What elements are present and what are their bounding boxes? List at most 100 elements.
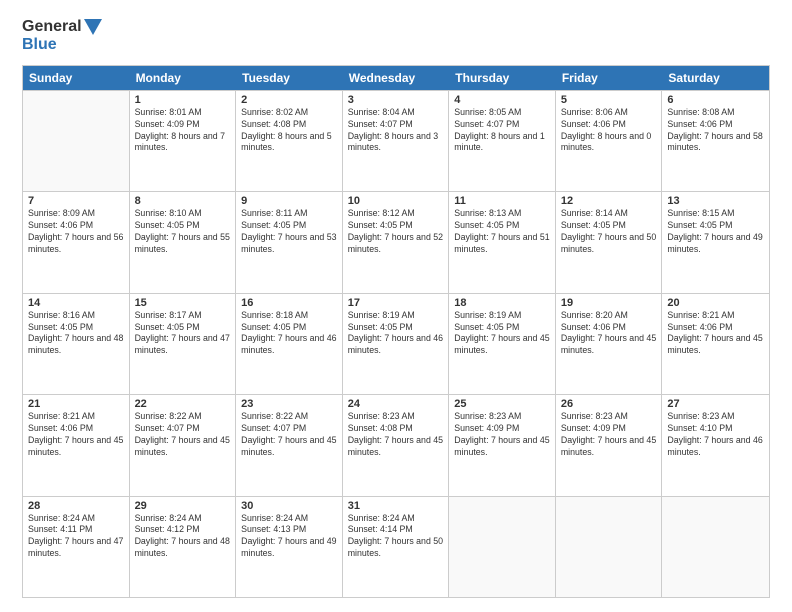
sunset-label: Sunset: 4:06 PM (28, 220, 93, 230)
calendar-cell: 30 Sunrise: 8:24 AM Sunset: 4:13 PM Dayl… (236, 497, 343, 597)
day-number: 28 (28, 500, 124, 512)
day-info: Sunrise: 8:24 AM Sunset: 4:14 PM Dayligh… (348, 513, 444, 561)
sunrise-label: Sunrise: 8:22 AM (241, 411, 308, 421)
daylight-label: Daylight: 7 hours and 50 minutes. (348, 536, 443, 558)
day-number: 27 (667, 398, 764, 410)
calendar: SundayMondayTuesdayWednesdayThursdayFrid… (22, 65, 770, 598)
daylight-label: Daylight: 7 hours and 45 minutes. (454, 333, 549, 355)
sunset-label: Sunset: 4:06 PM (28, 423, 93, 433)
day-info: Sunrise: 8:19 AM Sunset: 4:05 PM Dayligh… (454, 310, 550, 358)
day-number: 8 (135, 195, 231, 207)
sunrise-label: Sunrise: 8:24 AM (135, 513, 202, 523)
daylight-label: Daylight: 7 hours and 49 minutes. (667, 232, 762, 254)
sunset-label: Sunset: 4:08 PM (241, 119, 306, 129)
sunset-label: Sunset: 4:07 PM (454, 119, 519, 129)
sunset-label: Sunset: 4:06 PM (561, 119, 626, 129)
daylight-label: Daylight: 7 hours and 45 minutes. (667, 333, 762, 355)
day-number: 26 (561, 398, 657, 410)
calendar-cell: 18 Sunrise: 8:19 AM Sunset: 4:05 PM Dayl… (449, 294, 556, 394)
calendar-cell: 3 Sunrise: 8:04 AM Sunset: 4:07 PM Dayli… (343, 91, 450, 191)
sunset-label: Sunset: 4:05 PM (241, 220, 306, 230)
daylight-label: Daylight: 8 hours and 7 minutes. (135, 131, 225, 153)
sunset-label: Sunset: 4:10 PM (667, 423, 732, 433)
daylight-label: Daylight: 7 hours and 45 minutes. (135, 435, 230, 457)
day-number: 21 (28, 398, 124, 410)
sunset-label: Sunset: 4:06 PM (667, 119, 732, 129)
day-number: 3 (348, 94, 444, 106)
calendar-cell: 19 Sunrise: 8:20 AM Sunset: 4:06 PM Dayl… (556, 294, 663, 394)
calendar-cell: 7 Sunrise: 8:09 AM Sunset: 4:06 PM Dayli… (23, 192, 130, 292)
sunrise-label: Sunrise: 8:13 AM (454, 208, 521, 218)
day-number: 19 (561, 297, 657, 309)
sunset-label: Sunset: 4:05 PM (241, 322, 306, 332)
sunrise-label: Sunrise: 8:02 AM (241, 107, 308, 117)
daylight-label: Daylight: 8 hours and 0 minutes. (561, 131, 651, 153)
day-number: 29 (135, 500, 231, 512)
calendar-cell (556, 497, 663, 597)
daylight-label: Daylight: 7 hours and 45 minutes. (561, 435, 656, 457)
sunset-label: Sunset: 4:06 PM (561, 322, 626, 332)
calendar-cell: 13 Sunrise: 8:15 AM Sunset: 4:05 PM Dayl… (662, 192, 769, 292)
daylight-label: Daylight: 7 hours and 46 minutes. (667, 435, 762, 457)
calendar-cell: 5 Sunrise: 8:06 AM Sunset: 4:06 PM Dayli… (556, 91, 663, 191)
day-info: Sunrise: 8:02 AM Sunset: 4:08 PM Dayligh… (241, 107, 337, 155)
calendar-cell (662, 497, 769, 597)
sunrise-label: Sunrise: 8:04 AM (348, 107, 415, 117)
daylight-label: Daylight: 8 hours and 5 minutes. (241, 131, 331, 153)
sunset-label: Sunset: 4:05 PM (28, 322, 93, 332)
day-info: Sunrise: 8:14 AM Sunset: 4:05 PM Dayligh… (561, 208, 657, 256)
calendar-cell: 15 Sunrise: 8:17 AM Sunset: 4:05 PM Dayl… (130, 294, 237, 394)
calendar-row: 14 Sunrise: 8:16 AM Sunset: 4:05 PM Dayl… (23, 293, 769, 394)
weekday-header: Monday (130, 66, 237, 90)
sunset-label: Sunset: 4:09 PM (561, 423, 626, 433)
calendar-header: SundayMondayTuesdayWednesdayThursdayFrid… (23, 66, 769, 90)
sunrise-label: Sunrise: 8:05 AM (454, 107, 521, 117)
daylight-label: Daylight: 7 hours and 45 minutes. (348, 435, 443, 457)
sunrise-label: Sunrise: 8:22 AM (135, 411, 202, 421)
daylight-label: Daylight: 7 hours and 53 minutes. (241, 232, 336, 254)
sunrise-label: Sunrise: 8:19 AM (454, 310, 521, 320)
weekday-header: Tuesday (236, 66, 343, 90)
day-info: Sunrise: 8:19 AM Sunset: 4:05 PM Dayligh… (348, 310, 444, 358)
sunrise-label: Sunrise: 8:24 AM (28, 513, 95, 523)
calendar-cell: 10 Sunrise: 8:12 AM Sunset: 4:05 PM Dayl… (343, 192, 450, 292)
weekday-header: Friday (556, 66, 663, 90)
sunset-label: Sunset: 4:05 PM (135, 322, 200, 332)
day-info: Sunrise: 8:15 AM Sunset: 4:05 PM Dayligh… (667, 208, 764, 256)
calendar-cell: 31 Sunrise: 8:24 AM Sunset: 4:14 PM Dayl… (343, 497, 450, 597)
logo: General Blue (22, 18, 102, 55)
calendar-row: 21 Sunrise: 8:21 AM Sunset: 4:06 PM Dayl… (23, 394, 769, 495)
sunrise-label: Sunrise: 8:17 AM (135, 310, 202, 320)
calendar-cell: 14 Sunrise: 8:16 AM Sunset: 4:05 PM Dayl… (23, 294, 130, 394)
sunrise-label: Sunrise: 8:08 AM (667, 107, 734, 117)
day-number: 20 (667, 297, 764, 309)
daylight-label: Daylight: 7 hours and 46 minutes. (241, 333, 336, 355)
sunrise-label: Sunrise: 8:12 AM (348, 208, 415, 218)
daylight-label: Daylight: 7 hours and 50 minutes. (561, 232, 656, 254)
sunset-label: Sunset: 4:06 PM (667, 322, 732, 332)
sunset-label: Sunset: 4:11 PM (28, 524, 92, 534)
calendar-cell: 25 Sunrise: 8:23 AM Sunset: 4:09 PM Dayl… (449, 395, 556, 495)
day-number: 7 (28, 195, 124, 207)
sunset-label: Sunset: 4:05 PM (667, 220, 732, 230)
day-info: Sunrise: 8:17 AM Sunset: 4:05 PM Dayligh… (135, 310, 231, 358)
sunrise-label: Sunrise: 8:21 AM (28, 411, 95, 421)
sunrise-label: Sunrise: 8:14 AM (561, 208, 628, 218)
calendar-cell (23, 91, 130, 191)
day-info: Sunrise: 8:08 AM Sunset: 4:06 PM Dayligh… (667, 107, 764, 155)
sunset-label: Sunset: 4:07 PM (348, 119, 413, 129)
calendar-cell: 27 Sunrise: 8:23 AM Sunset: 4:10 PM Dayl… (662, 395, 769, 495)
daylight-label: Daylight: 8 hours and 1 minute. (454, 131, 544, 153)
sunset-label: Sunset: 4:08 PM (348, 423, 413, 433)
calendar-cell: 9 Sunrise: 8:11 AM Sunset: 4:05 PM Dayli… (236, 192, 343, 292)
day-number: 9 (241, 195, 337, 207)
daylight-label: Daylight: 7 hours and 47 minutes. (28, 536, 123, 558)
daylight-label: Daylight: 8 hours and 3 minutes. (348, 131, 438, 153)
sunrise-label: Sunrise: 8:24 AM (348, 513, 415, 523)
calendar-cell: 8 Sunrise: 8:10 AM Sunset: 4:05 PM Dayli… (130, 192, 237, 292)
day-number: 12 (561, 195, 657, 207)
calendar-cell: 24 Sunrise: 8:23 AM Sunset: 4:08 PM Dayl… (343, 395, 450, 495)
day-info: Sunrise: 8:11 AM Sunset: 4:05 PM Dayligh… (241, 208, 337, 256)
sunrise-label: Sunrise: 8:20 AM (561, 310, 628, 320)
calendar-cell: 1 Sunrise: 8:01 AM Sunset: 4:09 PM Dayli… (130, 91, 237, 191)
